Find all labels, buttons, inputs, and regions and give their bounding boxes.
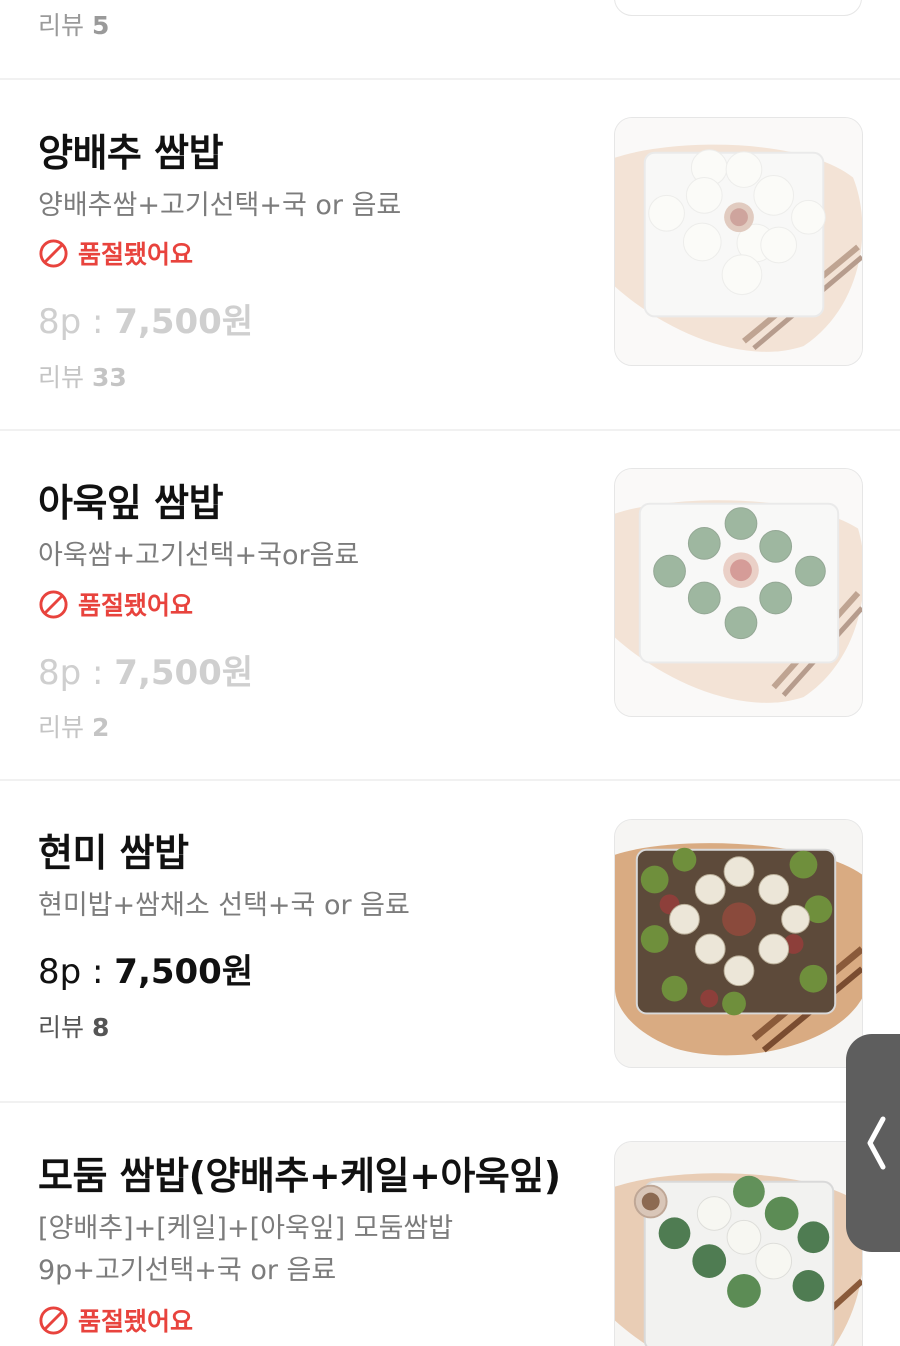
assorted-ssambap-photo — [614, 1141, 863, 1346]
menu-item-description: 아욱쌈+고기선택+국or음료 — [38, 540, 360, 571]
review-label: 리뷰 — [38, 713, 85, 742]
menu-item-price: 8p : 7,500원 — [38, 294, 253, 343]
soldout-label: 품절됐어요 — [78, 591, 194, 620]
cabbage-ssambap-photo — [614, 117, 863, 366]
menu-item-brown-rice-ssambap[interactable]: 현미 쌈밥 현미밥+쌈채소 선택+국 or 음료 8p : 7,500원 리뷰 … — [0, 781, 900, 1103]
menu-item-description: 현미밥+쌈채소 선택+국 or 음료 — [38, 890, 410, 921]
review-label: 리뷰 — [38, 11, 85, 40]
no-entry-icon — [39, 589, 68, 619]
menu-item-name: 양배추 쌈밥 — [38, 131, 224, 175]
chevron-left-icon — [867, 1116, 886, 1170]
review-number: 33 — [91, 363, 127, 392]
review-label: 리뷰 — [38, 363, 85, 392]
menu-item-thumbnail[interactable] — [614, 0, 862, 16]
no-entry-icon — [39, 238, 68, 268]
menu-item-description: [양배추]+[케일]+[아욱잎] 모둠쌈밥 — [38, 1213, 454, 1244]
side-panel-handle[interactable] — [846, 1034, 900, 1252]
review-number: 8 — [91, 1013, 110, 1042]
menu-item-description: 양배추쌈+고기선택+국 or 음료 — [38, 190, 402, 221]
review-count: 리뷰 2 — [38, 708, 109, 744]
menu-item-assorted-ssambap[interactable]: 모둠 쌈밥(양배추+케일+아욱잎) [양배추]+[케일]+[아욱잎] 모둠쌈밥 … — [0, 1103, 900, 1346]
price-amount: 7,500원 — [114, 653, 254, 693]
menu-item-mallow-leaf-ssambap[interactable]: 아욱잎 쌈밥 아욱쌈+고기선택+국or음료 품절됐어요 8p : 7,500원 … — [0, 431, 900, 781]
menu-item-price: 8p : 7,500원 — [38, 944, 253, 993]
review-label: 리뷰 — [38, 1013, 85, 1042]
review-number: 5 — [91, 11, 110, 40]
price-portion: 8p : — [38, 302, 115, 342]
menu-item-description: 9p+고기선택+국 or 음료 — [38, 1255, 337, 1286]
no-entry-icon — [39, 1305, 68, 1335]
menu-item-name: 아욱잎 쌈밥 — [38, 481, 224, 525]
soldout-badge: 품절됐어요 — [38, 586, 193, 622]
review-count: 리뷰 5 — [38, 6, 109, 42]
menu-item-price: 8p : 7,500원 — [38, 645, 253, 694]
review-count: 리뷰 33 — [38, 358, 127, 394]
menu-item-name: 모둠 쌈밥(양배추+케일+아욱잎) — [38, 1154, 561, 1198]
review-number: 2 — [91, 713, 110, 742]
mallow-leaf-ssambap-photo — [614, 468, 863, 717]
soldout-label: 품절됐어요 — [78, 240, 194, 269]
price-amount: 7,500원 — [114, 302, 254, 342]
price-amount: 7,500원 — [114, 952, 254, 992]
soldout-badge: 품절됐어요 — [38, 1302, 193, 1338]
soldout-badge: 품절됐어요 — [38, 235, 193, 271]
price-portion: 8p : — [38, 952, 115, 992]
price-portion: 8p : — [38, 653, 115, 693]
brown-rice-ssambap-photo — [614, 819, 863, 1068]
soldout-label: 품절됐어요 — [78, 1307, 194, 1336]
menu-item-name: 현미 쌈밥 — [38, 831, 189, 875]
menu-item-cabbage-ssambap[interactable]: 양배추 쌈밥 양배추쌈+고기선택+국 or 음료 품절됐어요 8p : 7,50… — [0, 80, 900, 430]
review-count: 리뷰 8 — [38, 1008, 109, 1044]
